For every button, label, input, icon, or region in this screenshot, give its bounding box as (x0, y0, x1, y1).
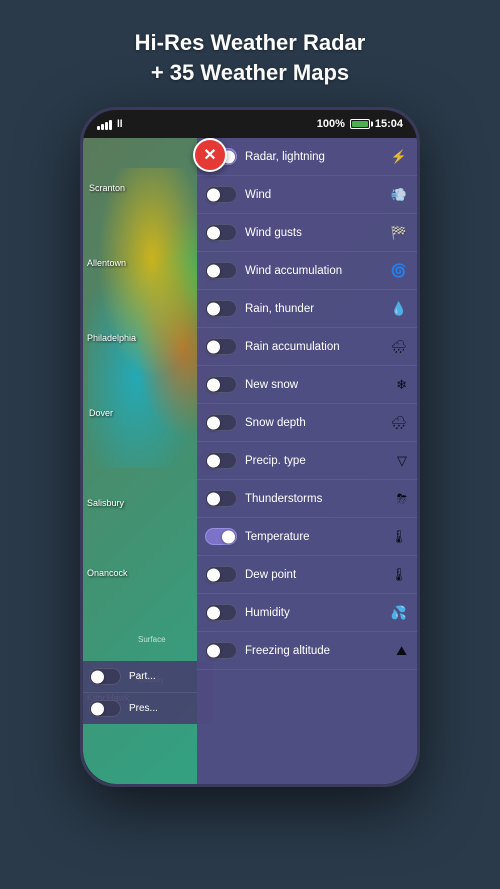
toggle-rain-thunder[interactable] (205, 300, 237, 317)
toggle-freezing-altitude[interactable] (205, 642, 237, 659)
toggle-thumb-rain-accumulation (207, 340, 220, 353)
city-scranton: Scranton (89, 183, 125, 193)
menu-icon-freezing-altitude: ⛰ (396, 643, 407, 659)
menu-item-wind[interactable]: Wind 💨 (197, 176, 417, 214)
close-icon: ✕ (203, 145, 216, 165)
menu-label-rain-thunder: Rain, thunder (245, 303, 387, 315)
toggle-wind-gusts[interactable] (205, 224, 237, 241)
menu-icon-rain-thunder: 💧 (391, 301, 407, 317)
menu-icon-humidity: 💦 (391, 605, 407, 621)
menu-icon-radar-lightning: ⚡ (391, 149, 407, 165)
toggle-rain-accumulation[interactable] (205, 338, 237, 355)
toggle-humidity[interactable] (205, 604, 237, 621)
toggle-thumb-dew-point (207, 568, 220, 581)
status-right: 100% 15:04 (317, 118, 403, 130)
toggle-partial-1[interactable] (89, 668, 121, 685)
menu-item-wind-accumulation[interactable]: Wind accumulation 🌀 (197, 252, 417, 290)
menu-item-rain-thunder[interactable]: Rain, thunder 💧 (197, 290, 417, 328)
menu-label-freezing-altitude: Freezing altitude (245, 645, 392, 657)
city-onancock: Onancock (87, 568, 128, 578)
toggle-temperature[interactable] (205, 528, 237, 545)
map-label-surface: Surface (138, 635, 166, 644)
menu-item-rain-accumulation[interactable]: Rain accumulation 🌧 (197, 328, 417, 366)
menu-label-temperature: Temperature (245, 531, 386, 543)
menu-icon-thunderstorms: ⛈ (397, 491, 407, 507)
menu-label-wind-gusts: Wind gusts (245, 227, 387, 239)
menu-label-snow-depth: Snow depth (245, 417, 386, 429)
menu-item-thunderstorms[interactable]: Thunderstorms ⛈ (197, 480, 417, 518)
menu-item-humidity[interactable]: Humidity 💦 (197, 594, 417, 632)
menu-icon-dew-point: 🌡 (390, 567, 407, 583)
menu-label-rain-accumulation: Rain accumulation (245, 341, 386, 353)
menu-item-snow-depth[interactable]: Snow depth 🌨 (197, 404, 417, 442)
toggle-thumb-precip-type (207, 454, 220, 467)
menu-label-thunderstorms: Thunderstorms (245, 493, 393, 505)
toggle-thumb-wind-accumulation (207, 264, 220, 277)
menu-item-temperature[interactable]: Temperature 🌡 (197, 518, 417, 556)
menu-label-new-snow: New snow (245, 379, 392, 391)
header-section: Hi-Res Weather Radar + 35 Weather Maps (115, 0, 386, 107)
close-button[interactable]: ✕ (193, 138, 227, 172)
status-bar: ll 100% 15:04 (83, 110, 417, 138)
menu-icon-snow-depth: 🌨 (390, 415, 407, 431)
menu-icon-wind: 💨 (391, 187, 407, 203)
signal-text: ll (117, 119, 123, 130)
partial-label-1: Part... (129, 671, 207, 682)
toggle-new-snow[interactable] (205, 376, 237, 393)
toggle-wind-accumulation[interactable] (205, 262, 237, 279)
menu-item-freezing-altitude[interactable]: Freezing altitude ⛰ (197, 632, 417, 670)
menu-label-humidity: Humidity (245, 607, 387, 619)
close-button-area[interactable]: ✕ (193, 138, 227, 172)
time-display: 15:04 (375, 118, 403, 130)
toggle-thumb-snow-depth (207, 416, 220, 429)
bottom-partial-item-1[interactable]: Part... (83, 661, 213, 693)
bottom-partial-item-2[interactable]: Pres... (83, 693, 213, 724)
signal-bars-icon (97, 118, 112, 130)
phone-frame: ll 100% 15:04 Scranton Allentown Philade… (80, 107, 420, 787)
menu-icon-temperature: 🌡 (390, 529, 407, 545)
menu-icon-wind-accumulation: 🌀 (391, 263, 407, 279)
toggle-dew-point[interactable] (205, 566, 237, 583)
menu-label-wind: Wind (245, 189, 387, 201)
toggle-snow-depth[interactable] (205, 414, 237, 431)
city-philadelphia: Philadelphia (87, 333, 136, 343)
menu-icon-new-snow: ❄ (396, 377, 407, 393)
toggle-precip-type[interactable] (205, 452, 237, 469)
phone-screen: ll 100% 15:04 Scranton Allentown Philade… (83, 110, 417, 784)
toggle-thumb-thunderstorms (207, 492, 220, 505)
city-dover: Dover (89, 408, 113, 418)
menu-item-new-snow[interactable]: New snow ❄ (197, 366, 417, 404)
menu-item-dew-point[interactable]: Dew point 🌡 (197, 556, 417, 594)
menu-item-radar-lightning[interactable]: Radar, lightning ⚡ (197, 138, 417, 176)
toggle-thumb-rain-thunder (207, 302, 220, 315)
menu-label-wind-accumulation: Wind accumulation (245, 265, 387, 277)
menu-icon-precip-type: ▽ (397, 453, 407, 469)
toggle-thumb-temperature (222, 530, 235, 543)
city-salisbury: Salisbury (87, 498, 124, 508)
toggle-thumb-wind-gusts (207, 226, 220, 239)
menu-icon-rain-accumulation: 🌧 (390, 339, 407, 355)
toggle-thumb-new-snow (207, 378, 220, 391)
toggle-partial-2[interactable] (89, 700, 121, 717)
menu-label-precip-type: Precip. type (245, 455, 393, 467)
toggle-thunderstorms[interactable] (205, 490, 237, 507)
toggle-thumb-humidity (207, 606, 220, 619)
toggle-thumb-wind (207, 188, 220, 201)
partial-label-2: Pres... (129, 703, 207, 714)
status-signal: ll (97, 118, 123, 130)
battery-percent: 100% (317, 118, 345, 130)
menu-label-dew-point: Dew point (245, 569, 386, 581)
battery-fill (352, 121, 368, 127)
menu-item-precip-type[interactable]: Precip. type ▽ (197, 442, 417, 480)
toggle-wind[interactable] (205, 186, 237, 203)
weather-menu-panel: Radar, lightning ⚡ Wind 💨 Wind gusts 🏁 Wind ac… (197, 138, 417, 784)
menu-label-radar-lightning: Radar, lightning (245, 151, 387, 163)
app-title: Hi-Res Weather Radar + 35 Weather Maps (115, 0, 386, 107)
menu-icon-wind-gusts: 🏁 (391, 225, 407, 241)
toggle-thumb-freezing-altitude (207, 644, 220, 657)
city-allentown: Allentown (87, 258, 126, 268)
battery-icon (350, 119, 370, 129)
menu-item-wind-gusts[interactable]: Wind gusts 🏁 (197, 214, 417, 252)
